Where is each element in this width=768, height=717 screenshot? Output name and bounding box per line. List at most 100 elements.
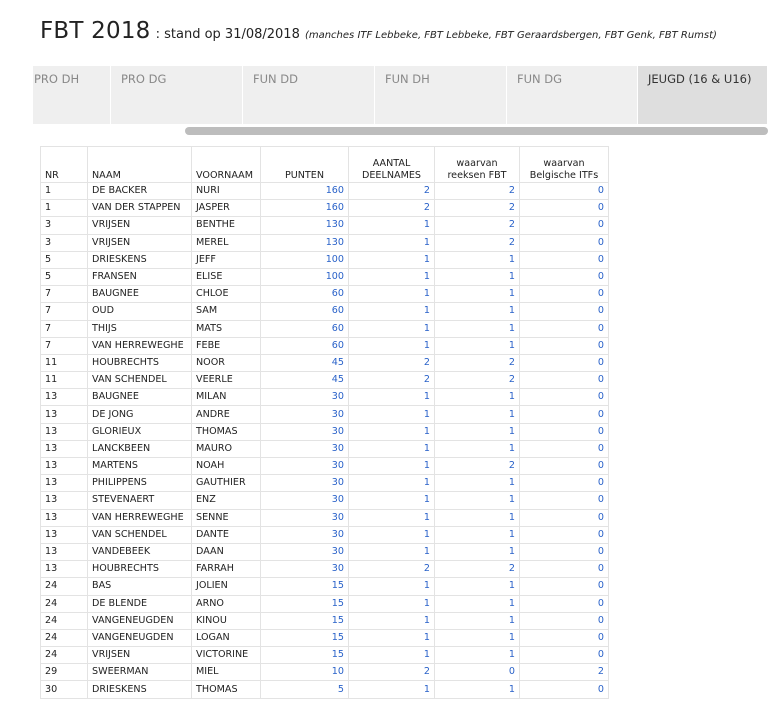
cell-voornaam: MAURO (191, 439, 261, 459)
table-row: 7 OUD SAM 60 1 1 0 (40, 302, 609, 321)
cell-punten: 60 (260, 285, 349, 304)
col-deelnames: AANTAL DEELNAMES (348, 146, 435, 183)
cell-voornaam: SAM (191, 302, 261, 321)
title-note: (manches ITF Lebbeke, FBT Lebbeke, FBT G… (304, 30, 717, 41)
cell-nr: 11 (40, 371, 88, 390)
page-title: FBT 2018 : stand op 31/08/2018 (manches … (40, 18, 717, 44)
table-row: 5 DRIESKENS JEFF 100 1 1 0 (40, 250, 609, 269)
cell-belgische-itfs: 0 (519, 267, 609, 287)
tab-jeugd[interactable]: JEUGD (16 & U16) (638, 66, 768, 124)
cell-belgische-itfs: 0 (519, 474, 609, 493)
table-row: 13 PHILIPPENS GAUTHIER 30 1 1 0 (40, 474, 609, 493)
cell-punten: 30 (260, 405, 349, 424)
cell-belgische-itfs: 0 (519, 199, 609, 218)
cell-naam: VANGENEUGDEN (87, 628, 192, 648)
cell-nr: 30 (40, 680, 88, 699)
cell-naam: BAUGNEE (87, 285, 192, 304)
cell-punten: 30 (260, 456, 349, 476)
tab-label: PRO DG (121, 72, 167, 86)
cell-nr: 13 (40, 405, 88, 424)
cell-nr: 13 (40, 542, 88, 562)
cell-belgische-itfs: 0 (519, 216, 609, 235)
cell-reeksen-fbt: 2 (434, 371, 520, 390)
cell-deelnames: 1 (348, 491, 435, 510)
cell-reeksen-fbt: 1 (434, 302, 520, 321)
cell-belgische-itfs: 0 (519, 233, 609, 252)
cell-belgische-itfs: 0 (519, 577, 609, 596)
cell-nr: 5 (40, 267, 88, 287)
cell-nr: 13 (40, 422, 88, 441)
col-naam: NAAM (87, 146, 192, 183)
cell-nr: 24 (40, 577, 88, 596)
cell-naam: VRIJSEN (87, 216, 192, 235)
cell-voornaam: MIEL (191, 663, 261, 682)
cell-voornaam: FEBE (191, 336, 261, 355)
cell-nr: 13 (40, 560, 88, 579)
cell-nr: 11 (40, 353, 88, 373)
table-row: 5 FRANSEN ELISE 100 1 1 0 (40, 267, 609, 287)
cell-deelnames: 1 (348, 525, 435, 544)
cell-nr: 29 (40, 663, 88, 682)
cell-belgische-itfs: 0 (519, 422, 609, 441)
cell-punten: 60 (260, 302, 349, 321)
table-row: 24 VRIJSEN VICTORINE 15 1 1 0 (40, 646, 609, 665)
cell-reeksen-fbt: 1 (434, 525, 520, 544)
cell-voornaam: NURI (191, 181, 261, 201)
cell-naam: HOUBRECHTS (87, 353, 192, 373)
cell-punten: 30 (260, 439, 349, 459)
cell-belgische-itfs: 0 (519, 594, 609, 613)
cell-reeksen-fbt: 1 (434, 319, 520, 338)
ranking-table: NR NAAM VOORNAAM PUNTEN AANTAL DEELNAMES… (40, 146, 609, 699)
table-row: 29 SWEERMAN MIEL 10 2 0 2 (40, 663, 609, 682)
cell-voornaam: LOGAN (191, 628, 261, 648)
tab-pro-dh[interactable]: PRO DH (33, 66, 111, 124)
table-row: 7 VAN HERREWEGHE FEBE 60 1 1 0 (40, 336, 609, 355)
cell-belgische-itfs: 0 (519, 628, 609, 648)
cell-nr: 24 (40, 628, 88, 648)
table-row: 1 DE BACKER NURI 160 2 2 0 (40, 181, 609, 201)
table-row: 13 STEVENAERT ENZ 30 1 1 0 (40, 491, 609, 510)
cell-nr: 1 (40, 199, 88, 218)
tab-fun-dg[interactable]: FUN DG (507, 66, 638, 124)
cell-nr: 24 (40, 611, 88, 630)
cell-voornaam: THOMAS (191, 680, 261, 699)
table-row: 3 VRIJSEN MEREL 130 1 2 0 (40, 233, 609, 252)
cell-voornaam: MEREL (191, 233, 261, 252)
cell-deelnames: 2 (348, 663, 435, 682)
cell-deelnames: 1 (348, 336, 435, 355)
col-punten: PUNTEN (260, 146, 349, 183)
cell-belgische-itfs: 0 (519, 285, 609, 304)
cell-naam: STEVENAERT (87, 491, 192, 510)
col-voornaam: VOORNAAM (191, 146, 261, 183)
cell-naam: THIJS (87, 319, 192, 338)
cell-deelnames: 1 (348, 302, 435, 321)
cell-deelnames: 1 (348, 594, 435, 613)
cell-naam: VANGENEUGDEN (87, 611, 192, 630)
tab-fun-dd[interactable]: FUN DD (243, 66, 375, 124)
cell-belgische-itfs: 0 (519, 508, 609, 527)
cell-voornaam: VEERLE (191, 371, 261, 390)
table-row: 13 VANDEBEEK DAAN 30 1 1 0 (40, 542, 609, 562)
cell-belgische-itfs: 0 (519, 439, 609, 459)
cell-voornaam: BENTHE (191, 216, 261, 235)
cell-naam: VRIJSEN (87, 646, 192, 665)
cell-voornaam: ELISE (191, 267, 261, 287)
cell-reeksen-fbt: 1 (434, 250, 520, 269)
table-row: 24 DE BLENDE ARNO 15 1 1 0 (40, 594, 609, 613)
cell-reeksen-fbt: 1 (434, 439, 520, 459)
table-row: 13 VAN SCHENDEL DANTE 30 1 1 0 (40, 525, 609, 544)
col-belgische-itfs: waarvan Belgische ITFs (519, 146, 609, 183)
cell-reeksen-fbt: 2 (434, 199, 520, 218)
table-row: 11 VAN SCHENDEL VEERLE 45 2 2 0 (40, 371, 609, 390)
table-row: 13 BAUGNEE MILAN 30 1 1 0 (40, 388, 609, 407)
cell-nr: 7 (40, 336, 88, 355)
cell-reeksen-fbt: 1 (434, 388, 520, 407)
cell-reeksen-fbt: 1 (434, 474, 520, 493)
horizontal-scrollbar[interactable] (185, 127, 768, 135)
cell-voornaam: NOOR (191, 353, 261, 373)
tab-pro-dg[interactable]: PRO DG (111, 66, 243, 124)
cell-naam: MARTENS (87, 456, 192, 476)
tab-fun-dh[interactable]: FUN DH (375, 66, 507, 124)
cell-voornaam: JOLIEN (191, 577, 261, 596)
cell-voornaam: FARRAH (191, 560, 261, 579)
